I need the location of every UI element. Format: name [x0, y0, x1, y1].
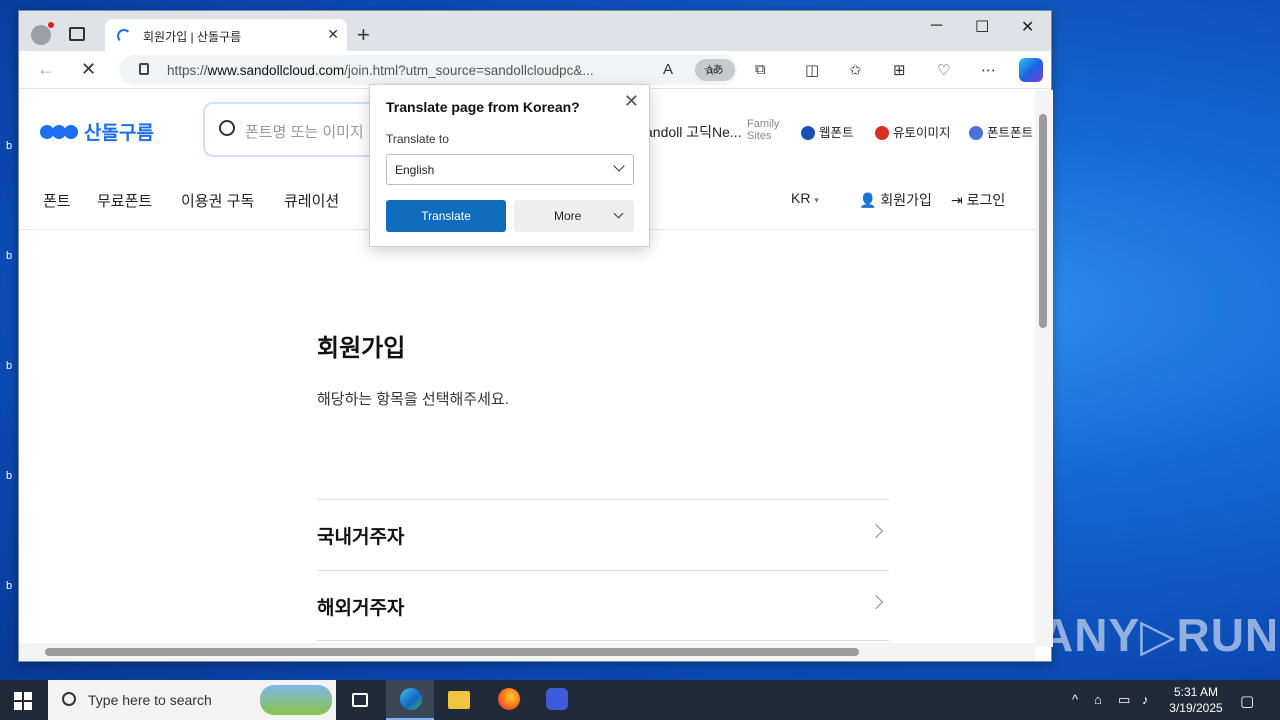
webfont-icon [801, 126, 815, 140]
signup-link[interactable]: 👤 회원가입 [859, 190, 932, 210]
tray-expand-icon[interactable]: ^ [1072, 692, 1078, 707]
desktop-icon[interactable]: b [6, 140, 18, 152]
family-sites-label: Family Sites [747, 118, 780, 142]
family-current-site[interactable]: andoll 고딕Ne... [645, 122, 742, 142]
edge-icon [400, 688, 422, 710]
desktop-icon[interactable]: b [6, 360, 18, 372]
close-window-button[interactable]: ✕ [1021, 17, 1034, 37]
extensions-icon[interactable]: ⧉ [755, 61, 766, 78]
selected-language: English [395, 163, 435, 177]
option-label: 해외거주자 [317, 598, 405, 619]
vertical-scrollbar[interactable] [1035, 90, 1053, 647]
notifications-icon[interactable]: ▢ [1240, 692, 1254, 710]
chevron-right-icon [868, 594, 884, 610]
chevron-down-icon [613, 160, 625, 172]
read-aloud-icon[interactable]: A [663, 61, 673, 78]
taskbar-edge[interactable] [386, 680, 434, 720]
firefox-icon [498, 688, 520, 710]
favorite-star-icon[interactable]: ☆ [703, 61, 716, 79]
translate-button[interactable]: Translate [386, 200, 506, 232]
favorites-icon[interactable]: ✩ [849, 61, 862, 79]
profile-icon[interactable] [31, 22, 54, 45]
tab-actions-icon[interactable] [69, 27, 85, 41]
option-domestic-resident[interactable]: 국내거주자 [317, 499, 889, 569]
option-overseas-resident[interactable]: 해외거주자 [317, 570, 889, 640]
chevron-right-icon [868, 523, 884, 539]
desktop-icon[interactable]: b [6, 470, 18, 482]
task-view-button[interactable] [336, 680, 384, 720]
language-selector[interactable]: KR ▾ [791, 190, 819, 206]
tab-close-icon[interactable]: ✕ [327, 26, 339, 43]
horizontal-scroll-thumb[interactable] [45, 648, 859, 656]
taskbar-search-placeholder: Type here to search [88, 692, 212, 708]
close-icon[interactable]: ✕ [624, 91, 639, 112]
menu-curation[interactable]: 큐레이션 [284, 190, 339, 211]
address-bar[interactable]: https://www.sandollcloud.com/join.html?u… [119, 55, 737, 85]
menu-subscription[interactable]: 이용권 구독 [181, 190, 254, 211]
task-view-icon [352, 693, 368, 707]
taskbar-sandoll-app[interactable] [532, 680, 580, 720]
logo-mark-icon [40, 124, 78, 139]
tab-title: 회원가입 | 산돌구름 [143, 30, 242, 44]
desktop-icon[interactable]: b [6, 580, 18, 592]
family-link-webfont[interactable]: 웹폰트 [801, 122, 854, 141]
browser-tab[interactable]: 회원가입 | 산돌구름 ✕ [105, 19, 347, 52]
language-select[interactable]: English [386, 154, 634, 185]
tray-device-icon[interactable]: ⌂ [1094, 692, 1102, 707]
back-button[interactable]: ← [37, 59, 55, 80]
windows-start-icon[interactable] [14, 692, 32, 710]
url-text[interactable]: https://www.sandollcloud.com/join.html?u… [167, 63, 594, 78]
taskbar-file-explorer[interactable] [434, 680, 482, 720]
lock-icon[interactable] [139, 63, 149, 75]
loading-spinner-icon [117, 29, 131, 43]
taskbar: Type here to search ^ ⌂ ▭ ♪ 5:31 AM 3/19… [0, 680, 1280, 720]
browser-essentials-icon[interactable]: ♡ [937, 61, 950, 79]
collections-icon[interactable]: ⊞ [893, 61, 906, 79]
family-link-fontfont[interactable]: 폰트폰트 [969, 122, 1033, 141]
anyrun-watermark: ANY▷RUN [1040, 609, 1280, 661]
system-clock[interactable]: 5:31 AM 3/19/2025 [1160, 684, 1232, 716]
search-placeholder: 폰트명 또는 이미지 [245, 124, 364, 141]
search-highlight-image [260, 685, 332, 715]
desktop-icon[interactable]: b [6, 250, 18, 262]
browser-window: 회원가입 | 산돌구름 ✕ + ─ ☐ ✕ ← ✕ https://www.sa… [18, 10, 1053, 662]
settings-more-icon[interactable]: ⋯ [981, 61, 996, 79]
minimize-button[interactable]: ─ [931, 17, 942, 35]
chevron-down-icon: ▾ [814, 195, 819, 205]
more-button[interactable]: More [514, 200, 634, 232]
login-icon: ⇥ [951, 192, 963, 208]
taskbar-search-input[interactable]: Type here to search [48, 680, 336, 720]
title-bar: 회원가입 | 산돌구름 ✕ + ─ ☐ ✕ [19, 11, 1051, 52]
user-icon: 👤 [859, 192, 877, 208]
site-logo[interactable]: 산돌구름 [40, 118, 154, 145]
search-icon [219, 120, 235, 136]
family-link-utoimage[interactable]: 유토이미지 [875, 122, 951, 141]
translate-popup: Translate page from Korean? ✕ Translate … [369, 84, 650, 247]
taskbar-firefox[interactable] [484, 680, 532, 720]
horizontal-scrollbar[interactable] [19, 643, 1035, 661]
page-title: 회원가입 [317, 335, 406, 362]
menu-free-fonts[interactable]: 무료폰트 [97, 190, 152, 211]
volume-icon[interactable]: ♪ [1142, 692, 1149, 707]
search-icon [62, 692, 76, 706]
maximize-button[interactable]: ☐ [975, 17, 989, 37]
folder-icon [448, 691, 470, 709]
sandoll-app-icon [546, 688, 568, 710]
network-icon[interactable]: ▭ [1118, 692, 1130, 708]
chevron-down-icon [613, 208, 624, 219]
menu-fonts[interactable]: 폰트 [43, 190, 71, 211]
copilot-icon[interactable] [1019, 58, 1043, 82]
split-screen-icon[interactable]: ◫ [805, 61, 819, 79]
stop-loading-button[interactable]: ✕ [81, 59, 96, 80]
page-subtitle: 해당하는 항목을 선택해주세요. [317, 391, 509, 408]
option-label: 국내거주자 [317, 527, 405, 548]
fontfont-icon [969, 126, 983, 140]
vertical-scroll-thumb[interactable] [1039, 114, 1047, 328]
logo-text: 산돌구름 [84, 123, 154, 144]
translate-popup-title: Translate page from Korean? [386, 99, 580, 115]
login-link[interactable]: ⇥ 로그인 [951, 190, 1005, 210]
utoimage-icon [875, 126, 889, 140]
new-tab-button[interactable]: + [357, 22, 370, 48]
translate-to-label: Translate to [386, 132, 449, 146]
